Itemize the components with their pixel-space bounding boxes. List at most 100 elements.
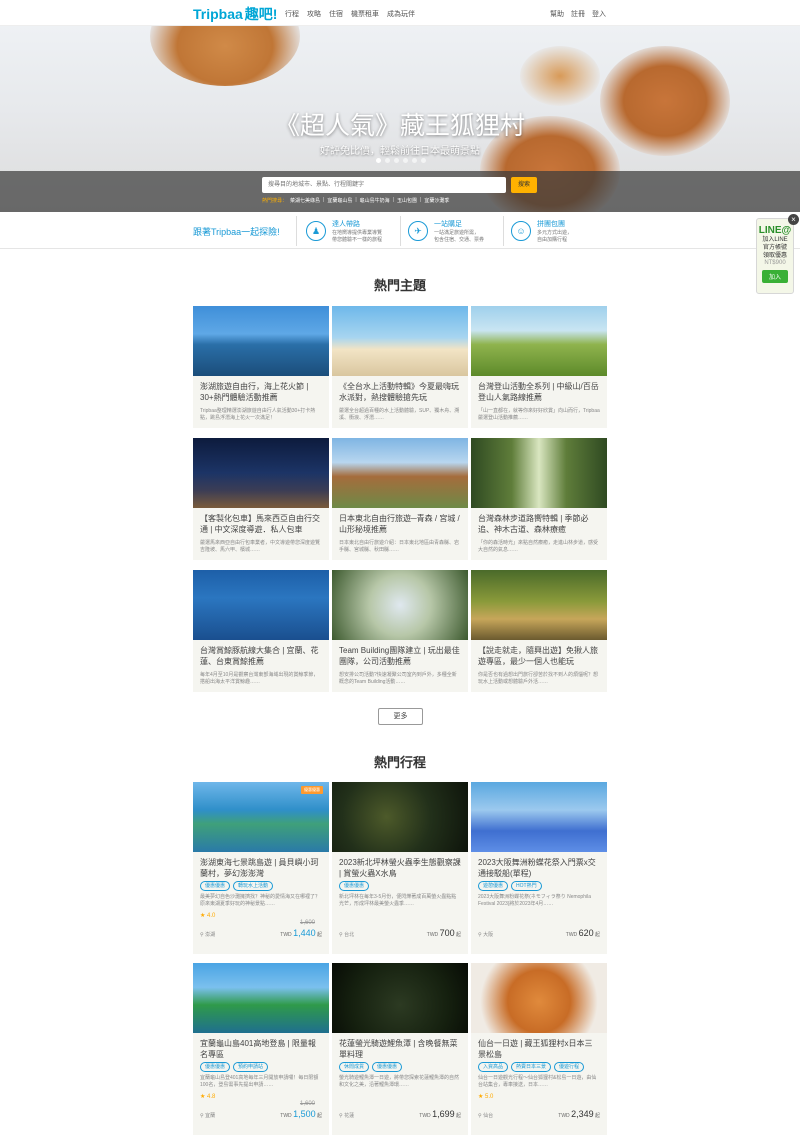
trip-desc: 仙台一日遊觀光行程～仙台狐狸村&松島一日遊，由仙台站集合，專車接送，日本…… <box>478 1075 597 1088</box>
location: ⚲ 仙台 <box>478 1113 494 1119</box>
hot-search-link[interactable]: 宜蘭龜山島 <box>327 197 352 204</box>
nav-item-guides[interactable]: 攻略 <box>307 9 321 19</box>
line-title: LINE@ <box>758 225 792 236</box>
line-text: 加入LINE <box>762 237 788 243</box>
trip-tags: 遊憩優惠 HOT熱門 <box>471 878 607 891</box>
topic-desc: Tripbaa整理精選澎湖旅遊自由行人氣活動30+打卡熱點，跳島浮潛海上花火一次… <box>200 408 316 421</box>
trip-tags: 優惠優惠 預約申請站 <box>193 1059 329 1072</box>
search-band: 搜索 熱門搜尋： 菜湖七美綠島| 宜蘭龜山島| 龜山島牛奶海| 玉山包團| 宜蘭… <box>0 171 800 212</box>
divider <box>296 216 297 246</box>
register-link[interactable]: 註冊 <box>571 9 585 19</box>
topic-card[interactable]: 日本東北自由行旅遊─青森 / 宮城 / 山形秘境推薦 日本東北自由行旅遊介紹：日… <box>332 438 468 560</box>
topic-title: 【客製化包車】馬來西亞自由行交通 | 中文深度導遊．私人包車 <box>200 514 320 534</box>
topic-card[interactable]: 【客製化包車】馬來西亞自由行交通 | 中文深度導遊．私人包車 嚴選馬來西亞自由行… <box>193 438 329 560</box>
carousel-dot[interactable] <box>403 158 408 163</box>
price: TWD 700 起 <box>426 928 461 938</box>
topic-desc: 嚴選全台超過百種的水上活動體驗，SUP、獨木舟、溯溪、衝浪、浮潛…… <box>339 408 460 421</box>
price-value: 620 <box>578 928 594 938</box>
nav-item-hotels[interactable]: 住宿 <box>329 9 343 19</box>
price-row: ⚲ 澎湖 TWD 1,440 起 <box>193 928 329 938</box>
old-price <box>332 1101 468 1109</box>
topic-card[interactable]: 《全台水上活動特輯》今夏最嗨玩水派對，熱搜體驗搶先玩 嚴選全台超過百種的水上活動… <box>332 306 468 428</box>
price-value: 1,699 <box>432 1109 455 1119</box>
site-logo[interactable]: Tripbaa 趣吧! <box>193 4 277 24</box>
topic-card[interactable]: 台灣賞鯨豚航線大集合 | 宜蘭、花蓮、台東賞鯨推薦 每年4月至10月是觀察台灣東… <box>193 570 329 692</box>
fox-image <box>520 46 600 106</box>
carousel-dot[interactable] <box>421 158 426 163</box>
nav-item-flights[interactable]: 機票租車 <box>351 9 379 19</box>
topic-card[interactable]: 澎湖旅遊自由行，海上花火節 | 30+熱門體驗活動推薦 Tripbaa整理精選澎… <box>193 306 329 428</box>
hero-banner[interactable]: 《超人氣》藏王狐狸村 好評免比價，輕鬆前往日本最萌景點 搜索 熱門搜尋： 菜湖七… <box>0 26 800 212</box>
price-row: ⚲ 花蓮 TWD 1,699 起 <box>332 1109 468 1119</box>
topic-card[interactable]: Team Building團隊建立 | 玩出最佳團隊，公司活動推薦 想安排公司活… <box>332 570 468 692</box>
trip-tag: 遊憩優惠 <box>478 881 509 891</box>
trip-title: 2023新北坪林螢火蟲季生態觀察課 | 賞螢火蟲X水鳥 <box>339 858 461 878</box>
trip-tags: 優惠優惠 <box>332 878 468 891</box>
hot-search-link[interactable]: 菜湖七美綠島 <box>290 197 320 204</box>
search-button[interactable]: 搜索 <box>511 177 537 193</box>
more-button[interactable]: 更多 <box>378 708 423 725</box>
trip-tag: 優惠優惠 <box>372 1062 403 1072</box>
divider <box>503 216 504 246</box>
topic-card[interactable]: 台灣登山活動全系列 | 中級山/百岳登山人氣路線推薦 「山一直都在，就等你來好好… <box>471 306 607 428</box>
price: TWD 1,440 起 <box>280 928 322 938</box>
guide-icon: ♟ <box>306 221 326 241</box>
help-link[interactable]: 幫助 <box>550 9 564 19</box>
topic-image <box>471 570 607 640</box>
carousel-dot[interactable] <box>412 158 417 163</box>
topic-title: 澎湖旅遊自由行，海上花火節 | 30+熱門體驗活動推薦 <box>200 382 309 402</box>
nav-item-partner[interactable]: 成為玩伴 <box>387 9 415 19</box>
topic-title: 台灣森林步道路嚮特輯 | 季節必追、神木古道、森林療癒 <box>478 514 589 534</box>
topic-image <box>193 306 329 376</box>
trip-card[interactable]: 優惠優惠 澎湖東海七景跳島遊 | 員貝嶼小珂蘭村，夢幻澎澎灣 優惠優惠 轉玩水上… <box>193 782 329 954</box>
trip-image: 優惠優惠 <box>193 782 329 852</box>
trip-card[interactable]: 2023新北坪林螢火蟲季生態觀察課 | 賞螢火蟲X水鳥 優惠優惠 新北坪林在每年… <box>332 782 468 954</box>
trip-tags: 休閒成貨 優惠優惠 <box>332 1059 468 1072</box>
trip-card[interactable]: 2023大阪舞洲粉蝶花祭入門票x交通接駁船(單程) 遊憩優惠 HOT熱門 202… <box>471 782 607 954</box>
feature-desc: 帶您體驗不一樣的旅程 <box>332 237 383 243</box>
trip-image <box>471 963 607 1033</box>
trip-card[interactable]: 花蓮螢光騎遊鯉魚潭 | 含晚餐無菜單料理 休閒成貨 優惠優惠 螢光騎遊鯉魚潭一日… <box>332 963 468 1135</box>
divider <box>400 216 401 246</box>
carousel-dot[interactable] <box>376 158 381 163</box>
feature-guide: ♟ 達人帶路 在地嚮導提供專業導覽 帶您體驗不一樣的旅程 <box>306 217 382 245</box>
trip-tag: HOT熱門 <box>511 881 542 891</box>
trip-tag: 優惠優惠 <box>339 881 370 891</box>
topic-card[interactable]: 【說走就走，隨興出遊】免揪人旅遊專區，最少一個人也能玩 你是否也有過想出門旅行卻… <box>471 570 607 692</box>
feature-title: 拼團包團 <box>537 221 565 228</box>
topic-desc: 嚴選馬來西亞自由行包車業者，中文導遊帶您深度遊覽吉隆坡、馬六甲、檳城…… <box>200 540 321 553</box>
trip-card[interactable]: 宜蘭龜山島401高地登島 | 限量報名專區 優惠優惠 預約申請站 宜蘭龜山島登4… <box>193 963 329 1135</box>
search-input[interactable] <box>262 177 506 193</box>
topic-image <box>332 306 468 376</box>
trip-card[interactable]: 仙台一日遊 | 藏王狐狸村x日本三景松島 入資高品 熱賣日本三景 優遊行程 仙台… <box>471 963 607 1135</box>
price-row: ⚲ 大阪 TWD 620 起 <box>471 928 607 938</box>
topic-card[interactable]: 台灣森林步道路嚮特輯 | 季節必追、神木古道、森林療癒 「你的森活時光」來點自然… <box>471 438 607 560</box>
carousel-dot[interactable] <box>385 158 390 163</box>
topic-image <box>332 438 468 508</box>
nav-item-trips[interactable]: 行程 <box>285 9 299 19</box>
hot-search-link[interactable]: 玉山包團 <box>397 197 417 204</box>
login-link[interactable]: 登入 <box>592 9 606 19</box>
hot-search-link[interactable]: 龜山島牛奶海 <box>360 197 390 204</box>
hot-search-link[interactable]: 宜蘭沙灘季 <box>424 197 449 204</box>
old-price <box>332 920 468 928</box>
rating: ★ 5.0 <box>478 1094 494 1100</box>
group-icon: ☺ <box>511 221 531 241</box>
trip-image <box>193 963 329 1033</box>
line-price: NT$900 <box>764 260 786 266</box>
trip-title: 宜蘭龜山島401高地登島 | 限量報名專區 <box>200 1039 316 1059</box>
price-value: 1,440 <box>293 928 316 938</box>
trip-tag: 熱賣日本三景 <box>511 1062 552 1072</box>
feature-title: 一站購足 <box>434 221 462 228</box>
carousel-dot[interactable] <box>394 158 399 163</box>
rating: ★ 4.0 <box>200 913 216 919</box>
trip-tag: 休閒成貨 <box>339 1062 370 1072</box>
close-icon[interactable]: × <box>788 214 799 225</box>
price: TWD 2,349 起 <box>558 1109 600 1119</box>
price-row: ⚲ 仙台 TWD 2,349 起 <box>471 1109 607 1119</box>
carousel-dots <box>376 158 426 163</box>
trip-tags: 入資高品 熱賣日本三景 優遊行程 <box>471 1059 607 1072</box>
trip-desc: 最美夢幻自色沙灘擁擠找？神秘的愛情海又在哪裡了？原來東湖夏季好玩的神秘景點…… <box>200 894 321 907</box>
topic-title: 台灣登山活動全系列 | 中級山/百岳登山人氣路線推薦 <box>478 382 599 402</box>
trip-tag: 優惠優惠 <box>200 881 231 891</box>
